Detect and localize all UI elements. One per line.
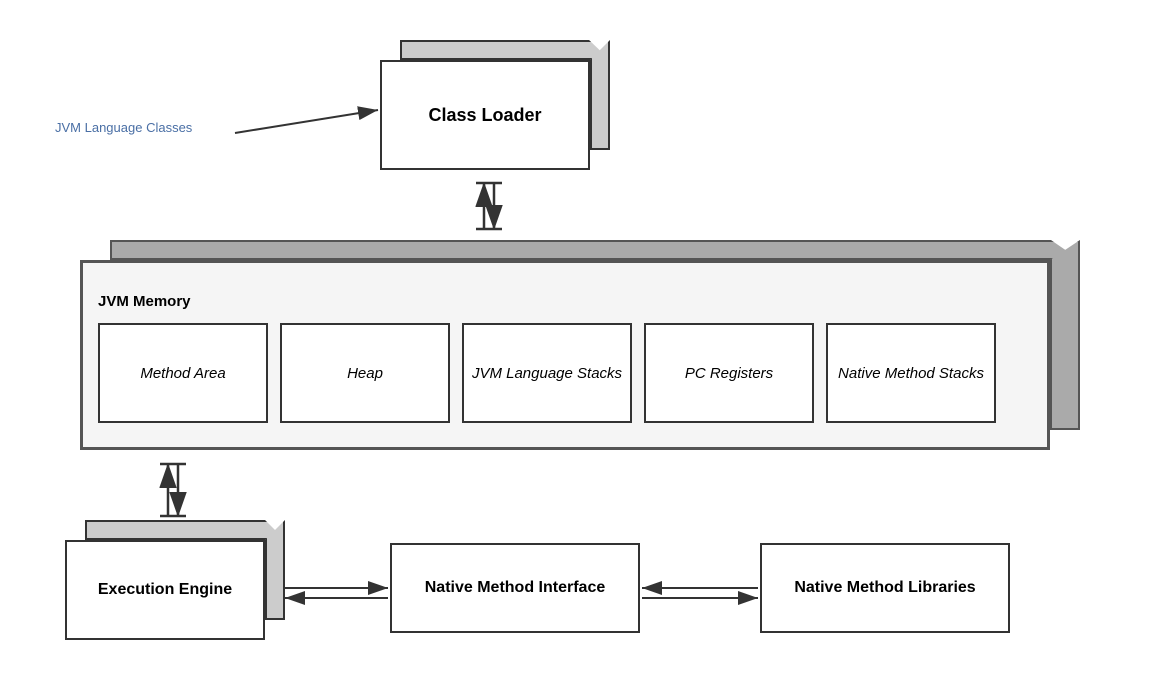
native-method-interface-box: Native Method Interface [390, 543, 640, 633]
native-method-libraries-box: Native Method Libraries [760, 543, 1010, 633]
class-loader-label: Class Loader [428, 105, 541, 126]
memory-box-jvm-language-stacks: JVM Language Stacks [462, 323, 632, 423]
memory-boxes: Method Area Heap JVM Language Stacks PC … [98, 323, 996, 423]
execution-engine-box: Execution Engine [65, 520, 285, 650]
native-method-libraries-label: Native Method Libraries [794, 579, 975, 597]
exec-engine-front: Execution Engine [65, 540, 265, 640]
jvm-memory-box: JVM Memory Method Area Heap JVM Language… [80, 240, 1080, 460]
jvm-memory-front: JVM Memory Method Area Heap JVM Language… [80, 260, 1050, 450]
native-method-interface-label: Native Method Interface [425, 579, 605, 597]
memory-box-method-area: Method Area [98, 323, 268, 423]
memory-box-native-method-stacks: Native Method Stacks [826, 323, 996, 423]
class-loader-top [400, 40, 610, 60]
memory-box-pc-registers: PC Registers [644, 323, 814, 423]
exec-engine-label: Execution Engine [98, 581, 232, 599]
class-loader-front: Class Loader [380, 60, 590, 170]
class-loader-box: Class Loader [380, 40, 610, 170]
jvm-memory-title: JVM Memory [98, 293, 191, 310]
memory-box-heap: Heap [280, 323, 450, 423]
jvm-memory-side [1050, 240, 1080, 430]
exec-engine-top [85, 520, 285, 540]
jvm-memory-top [110, 240, 1080, 260]
diagram: JVM Language Classes Class Loader JVM Me… [0, 0, 1152, 698]
jvm-language-classes-label: JVM Language Classes [55, 120, 192, 135]
